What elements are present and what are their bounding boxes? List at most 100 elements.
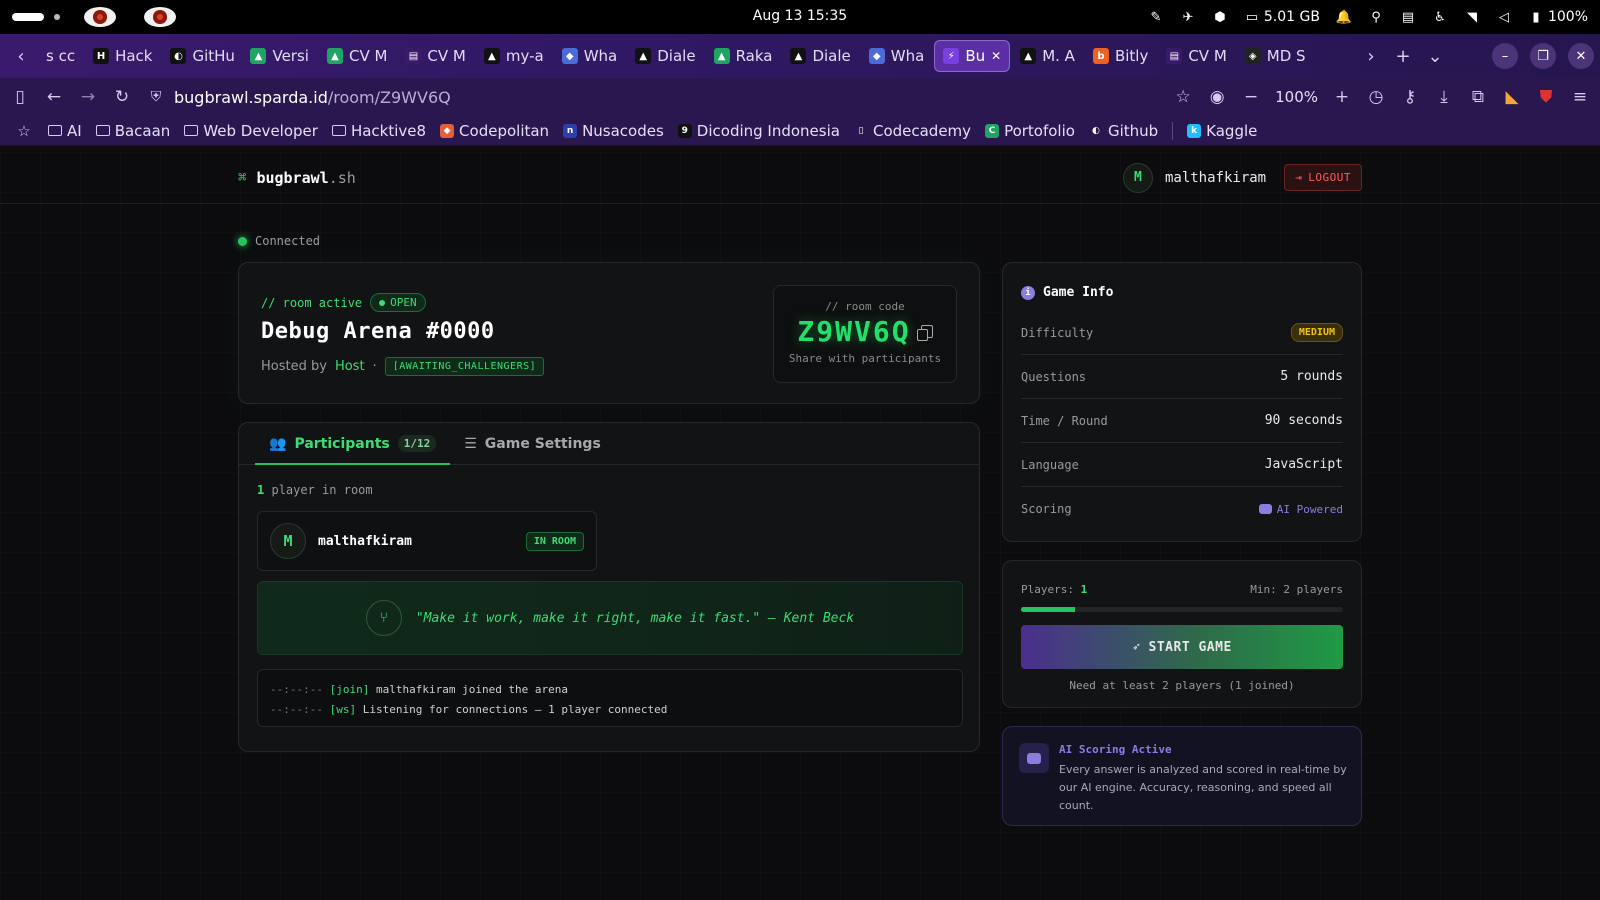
avatar[interactable]: M	[1122, 162, 1153, 193]
brand-logo[interactable]: ⌘ bugbrawl.sh	[238, 169, 356, 187]
menu-icon[interactable]: ≡	[1570, 87, 1590, 107]
min-players: Min: 2 players	[1250, 583, 1343, 596]
download-icon[interactable]: ⤓	[1434, 87, 1454, 107]
scoring-row: Scoring AI Powered	[1021, 502, 1343, 516]
avatar: M	[270, 523, 306, 559]
robot-icon	[1019, 743, 1049, 773]
bookmark-item[interactable]: Web Developer	[184, 122, 318, 140]
start-hint: Need at least 2 players (1 joined)	[1069, 679, 1295, 692]
info-icon: i	[1021, 285, 1035, 300]
close-window-icon[interactable]: ✕	[1568, 43, 1594, 69]
room-code-box: // room code Z9WV6Q Share with participa…	[773, 285, 957, 383]
bookmark-item[interactable]: AI	[48, 122, 82, 140]
start-game-button[interactable]: ➶ START GAME	[1021, 625, 1343, 669]
bookmark-favicon-icon: ▯	[853, 123, 868, 138]
browser-tab[interactable]: b Bitly	[1085, 40, 1156, 72]
ublock-icon[interactable]: ⛊	[1536, 87, 1556, 107]
bookmark-item[interactable]: n Nusacodes	[563, 122, 664, 140]
bookmark-item[interactable]: ◐ Github	[1088, 122, 1158, 140]
shield-icon[interactable]: ⛨	[146, 87, 166, 107]
tab-favicon-icon: b	[1092, 48, 1109, 64]
bookmark-item[interactable]: ▯ Codecademy	[853, 122, 971, 140]
copy-icon[interactable]	[916, 325, 933, 341]
folder-icon	[48, 125, 62, 136]
browser-tab[interactable]: ◆ Wha	[861, 40, 933, 72]
extension-colored-icon[interactable]: ◣	[1502, 87, 1522, 107]
app-header: ⌘ bugbrawl.sh M malthafkiram ⇥ LOGOUT	[0, 152, 1600, 204]
clock[interactable]: Aug 13 15:35	[0, 8, 1600, 24]
tab-favicon-icon: ▲	[483, 48, 500, 64]
users-icon: 👥	[269, 435, 287, 452]
quote-banner: ⑂ "Make it work, make it right, make it …	[257, 581, 963, 655]
status-badge: OPEN	[370, 293, 426, 312]
list-item[interactable]: M malthafkiram IN ROOM	[257, 511, 597, 571]
close-tab-icon[interactable]: ✕	[991, 49, 1001, 63]
bookmark-item[interactable]: Bacaan	[95, 122, 170, 140]
tab-favicon-icon: H	[93, 48, 110, 64]
bookmark-item[interactable]: 9 Dicoding Indonesia	[677, 122, 840, 140]
extension-icon[interactable]: ◉	[1207, 87, 1227, 107]
browser-tab[interactable]: ▲ my-a	[476, 40, 552, 72]
players-count: Players: 1	[1021, 583, 1088, 596]
browser-tab[interactable]: ▤ CV M	[1158, 40, 1234, 72]
room-tagline: // room active OPEN	[261, 293, 426, 312]
browser-tab[interactable]: ▲ Diale	[782, 40, 858, 72]
start-game-card: Players: 1 Min: 2 players ➶ START GAME N…	[1002, 560, 1362, 708]
bookmark-star-icon[interactable]: ☆	[1173, 87, 1193, 107]
participants-panel: 👥 Participants 1/12 ☰ Game Settings 1 pl…	[238, 422, 980, 752]
tab-favicon-icon: ◐	[170, 48, 187, 64]
logout-button[interactable]: ⇥ LOGOUT	[1284, 164, 1362, 191]
log-line: --:--:-- [ws] Listening for connections …	[270, 703, 668, 716]
bookmark-favicon-icon: C	[985, 123, 1000, 138]
tab-favicon-icon: ◆	[868, 48, 885, 64]
browser-tab[interactable]: s cc	[38, 40, 83, 72]
language-row: Language JavaScript	[1021, 443, 1343, 487]
tab-favicon-icon: ▲	[635, 48, 652, 64]
browser-tab[interactable]: ⚡ Bu ✕	[934, 40, 1011, 72]
sidebar-toggle-icon[interactable]: ▯	[10, 87, 30, 107]
tab-participants[interactable]: 👥 Participants 1/12	[255, 423, 451, 465]
bookmarks-star-icon[interactable]: ☆	[14, 121, 34, 141]
tab-favicon-icon: ▲	[790, 48, 807, 64]
browser-tab[interactable]: ▲ CV M	[319, 40, 395, 72]
bookmark-item[interactable]: C Portofolio	[985, 122, 1075, 140]
browser-tab[interactable]: ▲ Diale	[627, 40, 703, 72]
zoom-out-icon[interactable]: −	[1241, 87, 1261, 107]
tab-favicon-icon: ▤	[1166, 48, 1183, 64]
browser-tab[interactable]: ◈ MD S	[1237, 40, 1314, 72]
new-tab-icon[interactable]: +	[1388, 46, 1418, 67]
browser-tab[interactable]: ▲ Versi	[242, 40, 316, 72]
browser-tab[interactable]: ▲ Raka	[706, 40, 781, 72]
tab-game-settings[interactable]: ☰ Game Settings	[450, 423, 615, 464]
restore-window-icon[interactable]: ❐	[1530, 43, 1556, 69]
zoom-level[interactable]: 100%	[1275, 88, 1318, 106]
bookmark-item[interactable]: Hacktive8	[331, 122, 426, 140]
bookmark-item[interactable]: ◆ Codepolitan	[440, 122, 549, 140]
browser-tab[interactable]: H Hack	[85, 40, 160, 72]
tab-favicon-icon: ◈	[1244, 48, 1261, 64]
minimize-window-icon[interactable]: –	[1492, 43, 1518, 69]
rocket-icon: ➶	[1132, 639, 1141, 655]
reload-icon[interactable]: ↻	[112, 87, 132, 107]
browser-tab[interactable]: ▤ CV M	[397, 40, 473, 72]
bookmark-favicon-icon: ◆	[440, 123, 455, 138]
zoom-in-icon[interactable]: +	[1332, 87, 1352, 107]
tab-favicon-icon: ▲	[250, 48, 267, 64]
browser-tab[interactable]: ◆ Wha	[554, 40, 626, 72]
password-key-icon[interactable]: ⚷	[1400, 87, 1420, 107]
scroll-tabs-right-icon[interactable]: ›	[1356, 46, 1386, 67]
extensions-puzzle-icon[interactable]: ⧉	[1468, 87, 1488, 107]
history-icon[interactable]: ◷	[1366, 87, 1386, 107]
browser-tab[interactable]: ◐ GitHu	[162, 40, 240, 72]
tab-list-chevron-icon[interactable]: ⌄	[1420, 46, 1450, 67]
forward-icon[interactable]: →	[78, 87, 98, 107]
bookmark-item[interactable]: k Kaggle	[1187, 122, 1257, 140]
browser-tab[interactable]: ▲ M. A	[1012, 40, 1083, 72]
url-bar[interactable]: ⛨ bugbrawl.sparda.id/room/Z9WV6Q	[146, 87, 1159, 107]
scroll-tabs-left-icon[interactable]: ‹	[6, 46, 36, 67]
back-icon[interactable]: ←	[44, 87, 64, 107]
logout-icon: ⇥	[1295, 171, 1303, 184]
os-top-bar: Aug 13 15:35 ✎ ✈ ⬢ ▭ 5.01 GB 🔔 ⚲ ▤ ♿ ◥ ◁…	[0, 0, 1600, 34]
tab-favicon-icon: ▲	[326, 48, 343, 64]
difficulty-badge: MEDIUM	[1290, 323, 1343, 342]
